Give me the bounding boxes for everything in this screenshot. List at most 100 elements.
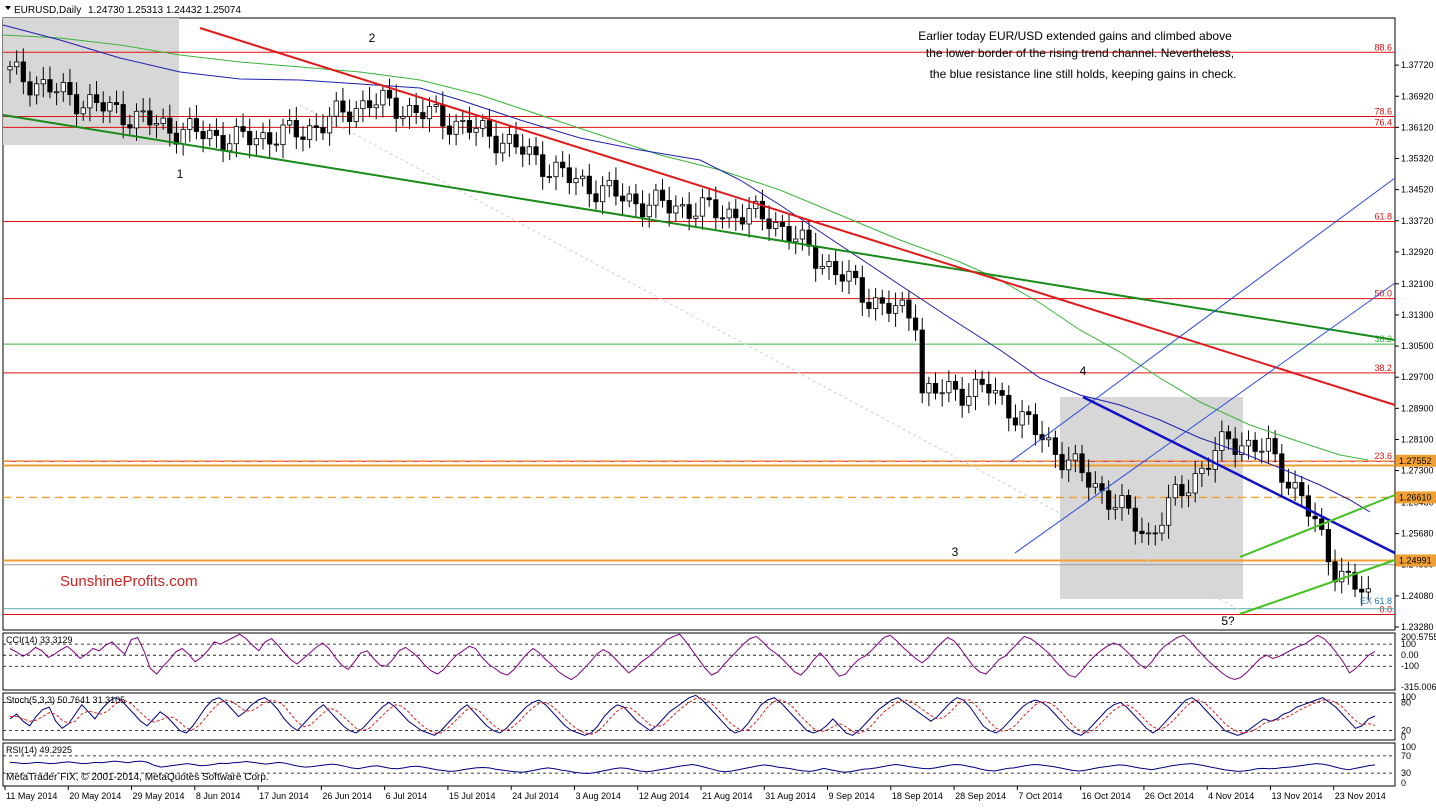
candle-body — [932, 383, 939, 394]
candlestick-series — [7, 48, 1371, 606]
candle-body — [1179, 484, 1185, 497]
candle-body — [493, 135, 499, 154]
candle-body — [533, 146, 539, 156]
candle-body — [54, 91, 60, 94]
cci-line — [9, 633, 1376, 681]
indicator-panels: CCI(14) 33.3129 200.57551000.00-100-315.0… — [3, 632, 1436, 788]
candle-body — [666, 200, 672, 214]
candle-body — [14, 61, 20, 68]
indicator-name: Stoch(5,3,3) 50.7641 31.3105 — [6, 695, 125, 705]
candle-body — [220, 135, 226, 152]
candle-body — [180, 128, 186, 145]
candle-body — [340, 100, 346, 113]
candle-body — [626, 193, 632, 202]
candle-body — [1146, 532, 1152, 535]
candle-body — [819, 266, 825, 269]
y-tick-label: 1.31300 — [1401, 310, 1434, 320]
candle-body — [366, 100, 373, 109]
candle-body — [1046, 437, 1052, 441]
x-tick-label: 21 Aug 2014 — [702, 791, 753, 801]
candle-body — [992, 390, 999, 394]
candle-body — [293, 120, 299, 138]
candle-body — [959, 388, 965, 406]
x-tick-label: 8 Jun 2014 — [196, 791, 241, 801]
candle-body — [133, 110, 140, 129]
metatrader-chart: 88.678.676.461.850.038.238.223.60.0 1234… — [2, 5, 1436, 801]
annotation-text: Earlier today EUR/USD extended gains and… — [918, 29, 1236, 81]
indicator-tick-label: 70 — [1401, 751, 1411, 761]
candle-body — [393, 97, 399, 119]
fib-level-label: 50.0 — [1374, 289, 1392, 299]
candle-body — [500, 142, 506, 154]
candle-body — [1026, 411, 1032, 416]
candle-body — [1086, 472, 1092, 488]
x-tick-label: 15 Jul 2014 — [449, 791, 496, 801]
candle-body — [426, 106, 433, 120]
candle-body — [273, 143, 279, 146]
candle-body — [73, 94, 80, 115]
candle-body — [1126, 495, 1132, 509]
fib-level-label: 61.8 — [1374, 212, 1392, 222]
candle-body — [300, 136, 306, 140]
ex-label: EX 61.8 — [1360, 596, 1392, 606]
candle-body — [939, 392, 945, 395]
candle-body — [233, 126, 239, 145]
candle-body — [287, 120, 293, 126]
candle-body — [453, 120, 459, 135]
candle-body — [813, 245, 819, 269]
candle-body — [659, 189, 666, 201]
candle-body — [646, 204, 652, 218]
red-trend-line — [199, 27, 1396, 406]
candle-body — [566, 167, 572, 184]
y-tick-label: 1.23280 — [1401, 622, 1434, 632]
y-tick-label: 1.30500 — [1401, 341, 1434, 351]
candle-body — [127, 124, 133, 129]
candle-body — [1192, 473, 1198, 494]
candle-body — [1052, 437, 1058, 455]
candle-body — [1345, 570, 1351, 573]
x-tick-label: 20 May 2014 — [69, 791, 121, 801]
candle-body — [1139, 530, 1145, 535]
indicator-tick-label: -100 — [1401, 661, 1419, 671]
wave-label: 5? — [1221, 614, 1235, 628]
candle-body — [320, 127, 326, 134]
x-tick-label: 26 Oct 2014 — [1145, 791, 1194, 801]
wave-label: 1 — [177, 167, 184, 181]
dropdown-arrow-icon[interactable] — [5, 6, 11, 10]
candle-body — [187, 118, 193, 130]
ma-green-line — [2, 34, 1369, 461]
candle-body — [713, 199, 719, 219]
y-tick-label: 1.28900 — [1401, 403, 1434, 413]
candle-body — [327, 115, 333, 134]
candle-body — [280, 124, 286, 146]
annotation-line-1: Earlier today EUR/USD extended gains and… — [918, 29, 1232, 43]
candle-body — [93, 94, 100, 104]
candle-body — [333, 100, 339, 117]
candle-body — [673, 205, 679, 214]
x-tick-label: 16 Oct 2014 — [1082, 791, 1131, 801]
candle-body — [353, 108, 359, 122]
x-tick-label: 29 May 2014 — [133, 791, 185, 801]
candle-body — [912, 317, 919, 331]
price-label-text: 1.26610 — [1399, 492, 1432, 502]
candle-body — [1205, 467, 1212, 470]
candle-body — [440, 104, 446, 127]
candle-body — [613, 179, 619, 197]
x-tick-label: 4 Nov 2014 — [1208, 791, 1254, 801]
candle-body — [699, 197, 706, 217]
candle-body — [1165, 497, 1172, 526]
y-tick-label: 1.35320 — [1401, 154, 1434, 164]
y-tick-label: 1.32920 — [1401, 247, 1434, 257]
candle-body — [1259, 450, 1265, 453]
header-ohlc: 1.24730 1.25313 1.24432 1.25074 — [88, 5, 241, 16]
candle-body — [1212, 450, 1218, 470]
candle-body — [946, 381, 952, 394]
candle-body — [593, 193, 599, 203]
candle-body — [1012, 417, 1019, 426]
candle-body — [1299, 482, 1305, 497]
candle-body — [633, 193, 639, 205]
background-layer: 88.678.676.461.850.038.238.223.60.0 — [3, 18, 1395, 616]
candle-body — [313, 125, 319, 128]
candle-body — [360, 100, 366, 109]
candle-body — [200, 131, 206, 140]
